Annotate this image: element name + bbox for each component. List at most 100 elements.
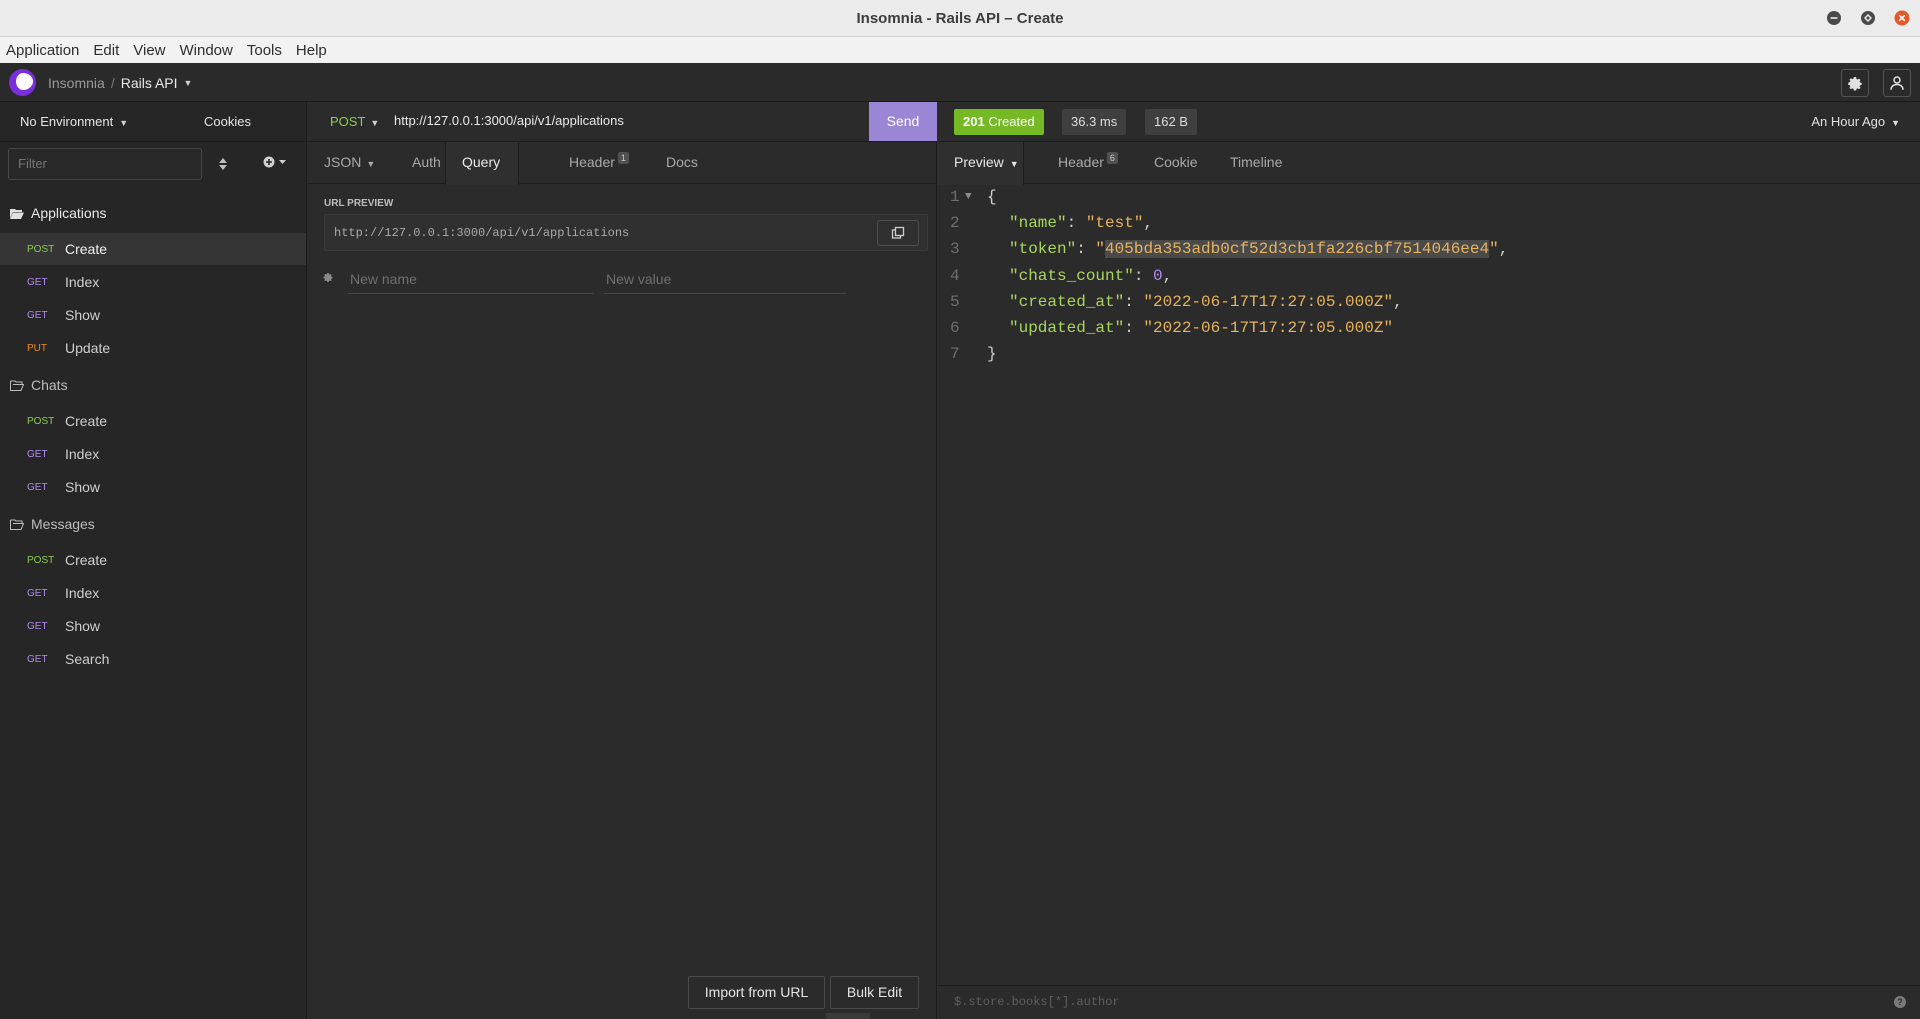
breadcrumb-workspace[interactable]: Rails API: [121, 75, 178, 91]
url-input[interactable]: http://127.0.0.1:3000/api/v1/application…: [394, 113, 624, 128]
tab-timeline[interactable]: Timeline: [1230, 142, 1282, 183]
send-button[interactable]: Send: [869, 102, 937, 141]
sidebar-request-applications-show[interactable]: GET Show: [0, 299, 306, 331]
folder-label: Chats: [31, 377, 68, 393]
settings-gear-icon[interactable]: [1841, 69, 1869, 97]
code-line: 2 "name": "test",: [938, 210, 1920, 236]
chevron-down-icon: ▼: [1891, 118, 1900, 128]
code-line: 6 "updated_at": "2022-06-17T17:27:05.000…: [938, 315, 1920, 341]
help-icon[interactable]: ?: [1894, 996, 1906, 1008]
method-tag: GET: [27, 448, 48, 460]
code-text: "updated_at": "2022-06-17T17:27:05.000Z": [1009, 319, 1394, 337]
sort-icon[interactable]: [218, 157, 228, 174]
method-tag: POST: [27, 243, 55, 255]
tab-response-header[interactable]: Header 6: [1058, 142, 1118, 183]
sidebar-request-applications-update[interactable]: PUT Update: [0, 332, 306, 364]
status-badge: 201 Created: [954, 109, 1044, 135]
method-tag: GET: [27, 620, 48, 632]
tab-body[interactable]: JSON ▼: [324, 142, 375, 183]
method-selector[interactable]: POST ▼: [330, 114, 379, 129]
sidebar-request-applications-index[interactable]: GET Index: [0, 266, 306, 298]
breadcrumb-root[interactable]: Insomnia: [48, 75, 105, 91]
json-key: "name": [1009, 214, 1067, 232]
request-name: Index: [65, 446, 100, 462]
param-name-input[interactable]: New name: [348, 264, 594, 294]
environment-selector[interactable]: No Environment ▼: [20, 114, 128, 129]
tab-preview[interactable]: Preview ▼: [938, 142, 1024, 185]
menu-tools[interactable]: Tools: [247, 42, 282, 59]
menu-view[interactable]: View: [133, 42, 165, 59]
folder-chats[interactable]: Chats: [10, 374, 68, 396]
code-line: 5 "created_at": "2022-06-17T17:27:05.000…: [938, 289, 1920, 315]
add-item-icon[interactable]: [263, 155, 289, 172]
json-key: "updated_at": [1009, 319, 1125, 337]
history-selector[interactable]: An Hour Ago ▼: [1811, 114, 1900, 129]
sidebar: No Environment ▼ Cookies Filter Applicati…: [0, 102, 307, 1019]
sidebar-request-messages-index[interactable]: GET Index: [0, 577, 306, 609]
close-icon[interactable]: [1894, 10, 1910, 26]
tab-docs[interactable]: Docs: [666, 142, 698, 183]
tab-label: Docs: [666, 154, 698, 170]
filter-input[interactable]: Filter: [8, 148, 202, 180]
code-text: "chats_count": 0,: [1009, 267, 1173, 285]
request-name: Update: [65, 340, 111, 356]
tab-cookie[interactable]: Cookie: [1154, 142, 1198, 183]
sidebar-request-chats-index[interactable]: GET Index: [0, 438, 306, 470]
folder-messages[interactable]: Messages: [10, 513, 95, 535]
breadcrumb-separator: /: [110, 74, 115, 91]
response-time-badge: 36.3 ms: [1062, 109, 1127, 135]
window-titlebar: Insomnia - Rails API – Create: [0, 0, 1920, 37]
request-name: Create: [65, 241, 108, 257]
request-name: Index: [65, 585, 100, 601]
sidebar-request-chats-show[interactable]: GET Show: [0, 471, 306, 503]
method-tag: PUT: [27, 342, 47, 354]
resize-handle[interactable]: [826, 1013, 870, 1019]
sidebar-request-messages-show[interactable]: GET Show: [0, 610, 306, 642]
sidebar-request-chats-create[interactable]: POST Create: [0, 405, 306, 437]
sidebar-top-bar: No Environment ▼ Cookies: [0, 102, 307, 142]
menu-help[interactable]: Help: [296, 42, 327, 59]
code-text: {: [987, 184, 997, 210]
request-name: Create: [65, 552, 108, 568]
line-number: 7: [950, 345, 960, 363]
bulk-edit-button[interactable]: Bulk Edit: [830, 976, 919, 1009]
history-label: An Hour Ago: [1811, 114, 1886, 129]
fold-toggle-icon[interactable]: ▼: [965, 184, 972, 210]
code-line: 7 }: [938, 341, 1920, 367]
request-name: Show: [65, 479, 101, 495]
menu-window[interactable]: Window: [180, 42, 233, 59]
sidebar-request-messages-search[interactable]: GET Search: [0, 643, 306, 675]
folder-applications[interactable]: Applications: [10, 202, 107, 224]
code-line: 3 "token": "405bda353adb0cf52d3cb1fa226c…: [938, 236, 1920, 262]
chevron-down-icon[interactable]: ▼: [184, 78, 193, 88]
request-name: Show: [65, 618, 101, 634]
menu-application[interactable]: Application: [6, 42, 79, 59]
url-preview-text: http://127.0.0.1:3000/api/v1/application…: [334, 226, 630, 240]
response-filter-input[interactable]: $.store.books[*].author: [954, 995, 1120, 1009]
method-tag: GET: [27, 653, 48, 665]
account-icon[interactable]: [1883, 69, 1911, 97]
tab-label: Query: [462, 154, 501, 170]
chevron-down-icon: ▼: [370, 118, 380, 128]
param-value-input[interactable]: New value: [604, 264, 846, 294]
code-line: 1 ▼ {: [938, 184, 1920, 210]
sidebar-request-messages-create[interactable]: POST Create: [0, 544, 306, 576]
app-header: Insomnia / Rails API ▼: [0, 63, 1920, 102]
param-settings-gear-icon[interactable]: [322, 271, 334, 286]
code-line: 4 "chats_count": 0,: [938, 263, 1920, 289]
copy-url-button[interactable]: [877, 220, 919, 246]
menu-edit[interactable]: Edit: [93, 42, 119, 59]
tab-header[interactable]: Header 1: [569, 142, 629, 183]
line-number: 5: [950, 293, 960, 311]
response-pane: 201 Created 36.3 ms 162 B An Hour Ago ▼ P…: [938, 102, 1920, 1019]
tab-query[interactable]: Query: [445, 142, 519, 185]
minimize-icon[interactable]: [1826, 10, 1842, 26]
cookies-button[interactable]: Cookies: [204, 114, 251, 129]
maximize-icon[interactable]: [1860, 10, 1876, 26]
tab-label: Header: [569, 154, 615, 170]
insomnia-logo-icon[interactable]: [9, 69, 36, 96]
folder-label: Messages: [31, 516, 95, 532]
import-from-url-button[interactable]: Import from URL: [688, 976, 825, 1009]
sidebar-request-applications-create[interactable]: POST Create: [0, 233, 306, 265]
window-title: Insomnia - Rails API – Create: [856, 10, 1064, 27]
